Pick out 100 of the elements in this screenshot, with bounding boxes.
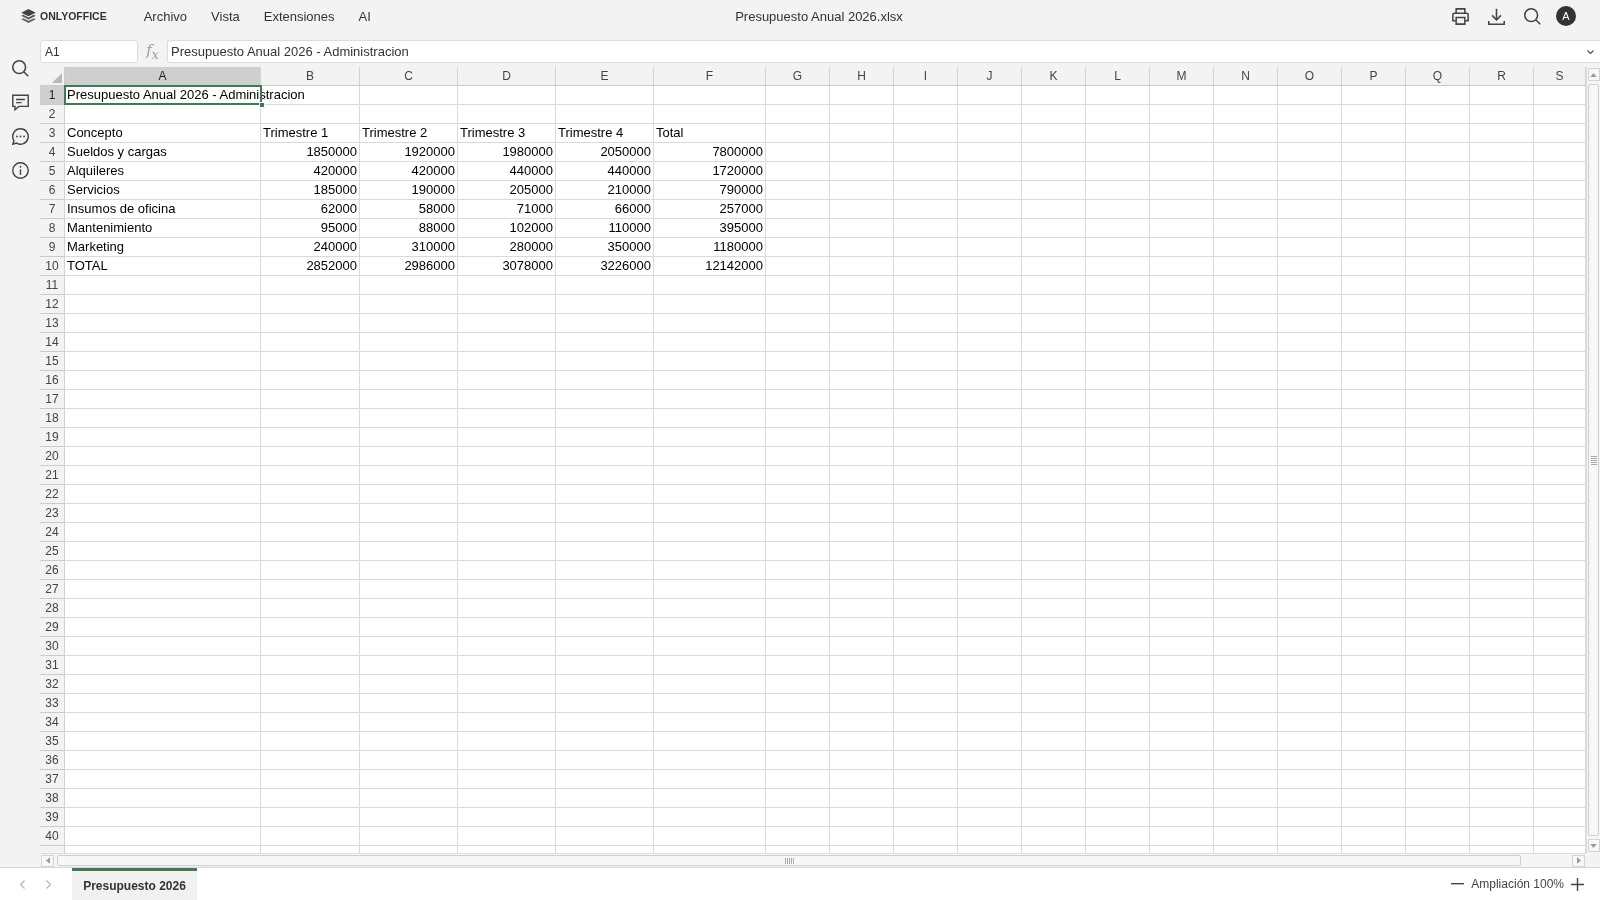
cell-name-field[interactable]: A1 (40, 40, 138, 63)
cell-text: 2986000 (404, 258, 455, 274)
cell-text: 1980000 (502, 144, 553, 160)
cell-text: Total (656, 125, 684, 141)
row-header[interactable]: 26 (40, 561, 65, 580)
row-header[interactable]: 3 (40, 124, 65, 143)
scroll-up-button[interactable] (1587, 68, 1600, 81)
user-avatar[interactable]: A (1556, 6, 1576, 26)
column-header[interactable]: O (1278, 67, 1342, 86)
column-header[interactable]: M (1150, 67, 1214, 86)
row-header[interactable]: 36 (40, 751, 65, 770)
row-header[interactable]: 19 (40, 428, 65, 447)
row-header[interactable]: 24 (40, 523, 65, 542)
cell-text: 240000 (313, 239, 357, 255)
cell-text: Trimestre 4 (558, 125, 624, 141)
row-header[interactable]: 6 (40, 181, 65, 200)
row-header[interactable]: 30 (40, 637, 65, 656)
cell-text: 790000 (719, 182, 763, 198)
row-header[interactable]: 14 (40, 333, 65, 352)
column-header[interactable]: I (894, 67, 958, 86)
chevron-left-icon (19, 879, 25, 889)
cell-text: 3078000 (502, 258, 553, 274)
scroll-right-button[interactable] (1572, 854, 1585, 867)
vertical-scrollbar[interactable] (1586, 67, 1600, 853)
download-icon (1487, 7, 1505, 25)
row-header[interactable]: 21 (40, 466, 65, 485)
chevron-down-icon[interactable] (1587, 50, 1594, 54)
menu-item[interactable]: AI (346, 4, 383, 28)
row-header[interactable]: 34 (40, 713, 65, 732)
cell-text: 310000 (411, 239, 455, 255)
logo-text: ONLYOFFICE (40, 10, 107, 22)
row-header[interactable]: 5 (40, 162, 65, 181)
zoom-in-button[interactable] (1570, 876, 1585, 892)
row-header[interactable]: 16 (40, 371, 65, 390)
cell-text: 110000 (608, 220, 651, 236)
row-header[interactable]: 13 (40, 314, 65, 333)
row-header[interactable]: 35 (40, 732, 65, 751)
horizontal-scrollbar[interactable] (40, 853, 1586, 867)
row-header[interactable]: 33 (40, 694, 65, 713)
row-header[interactable]: 29 (40, 618, 65, 637)
scrollbar-thumb[interactable] (1588, 84, 1599, 836)
column-header[interactable]: S (1534, 67, 1586, 86)
cell-text: 350000 (607, 239, 651, 255)
row-header[interactable]: 40 (40, 827, 65, 846)
column-header[interactable]: D (458, 67, 556, 86)
row-header[interactable]: 32 (40, 675, 65, 694)
row-header[interactable]: 28 (40, 599, 65, 618)
cell-text: 190000 (411, 182, 455, 198)
row-header[interactable]: 11 (40, 276, 65, 295)
sheet-tab[interactable]: Presupuesto 2026 (72, 868, 197, 900)
row-header[interactable]: 25 (40, 542, 65, 561)
caret-right-icon (1576, 857, 1581, 864)
column-header[interactable]: F (654, 67, 766, 86)
row-header[interactable]: 23 (40, 504, 65, 523)
row-header[interactable]: 18 (40, 409, 65, 428)
caret-down-icon (1590, 843, 1597, 848)
column-header[interactable]: N (1214, 67, 1278, 86)
column-header[interactable]: G (766, 67, 830, 86)
column-header[interactable]: B (261, 67, 360, 86)
cell-text: 3226000 (600, 258, 651, 274)
cell-text: 1180000 (713, 239, 763, 255)
row-header[interactable]: 7 (40, 200, 65, 219)
row-header[interactable]: 15 (40, 352, 65, 371)
row-header[interactable]: 31 (40, 656, 65, 675)
fill-handle[interactable] (259, 102, 265, 108)
column-header[interactable]: C (360, 67, 458, 86)
cell-text: Insumos de oficina (67, 201, 176, 217)
formula-field[interactable]: Presupuesto Anual 2026 - Administracion (167, 40, 1600, 63)
row-header[interactable]: 9 (40, 238, 65, 257)
column-header[interactable]: E (556, 67, 654, 86)
menu-item[interactable]: Vista (199, 4, 252, 28)
row-header[interactable]: 4 (40, 143, 65, 162)
cell-text: 440000 (607, 163, 651, 179)
column-header[interactable]: J (958, 67, 1022, 86)
row-header[interactable]: 20 (40, 447, 65, 466)
row-header[interactable]: 17 (40, 390, 65, 409)
row-header[interactable]: 2 (40, 105, 65, 124)
menu-item[interactable]: Extensiones (251, 4, 347, 28)
row-header[interactable]: 38 (40, 789, 65, 808)
scrollbar-thumb[interactable] (57, 855, 1521, 866)
row-header[interactable]: 12 (40, 295, 65, 314)
row-header[interactable]: 27 (40, 580, 65, 599)
column-header[interactable]: H (830, 67, 894, 86)
row-header[interactable]: 10 (40, 257, 65, 276)
menu-item[interactable]: Archivo (131, 4, 200, 28)
cell-text: 58000 (418, 201, 455, 217)
caret-left-icon (45, 857, 50, 864)
row-header[interactable]: 8 (40, 219, 65, 238)
printer-icon (1451, 7, 1469, 25)
column-header[interactable]: L (1086, 67, 1150, 86)
scroll-down-button[interactable] (1587, 839, 1600, 852)
row-header[interactable]: 37 (40, 770, 65, 789)
column-header[interactable]: P (1342, 67, 1406, 86)
row-header[interactable]: 22 (40, 485, 65, 504)
row-header[interactable]: 1 (40, 86, 65, 105)
column-header[interactable]: R (1470, 67, 1534, 86)
row-header[interactable]: 39 (40, 808, 65, 827)
column-header[interactable]: K (1022, 67, 1086, 86)
column-header[interactable]: Q (1406, 67, 1470, 86)
scroll-left-button[interactable] (41, 854, 54, 867)
